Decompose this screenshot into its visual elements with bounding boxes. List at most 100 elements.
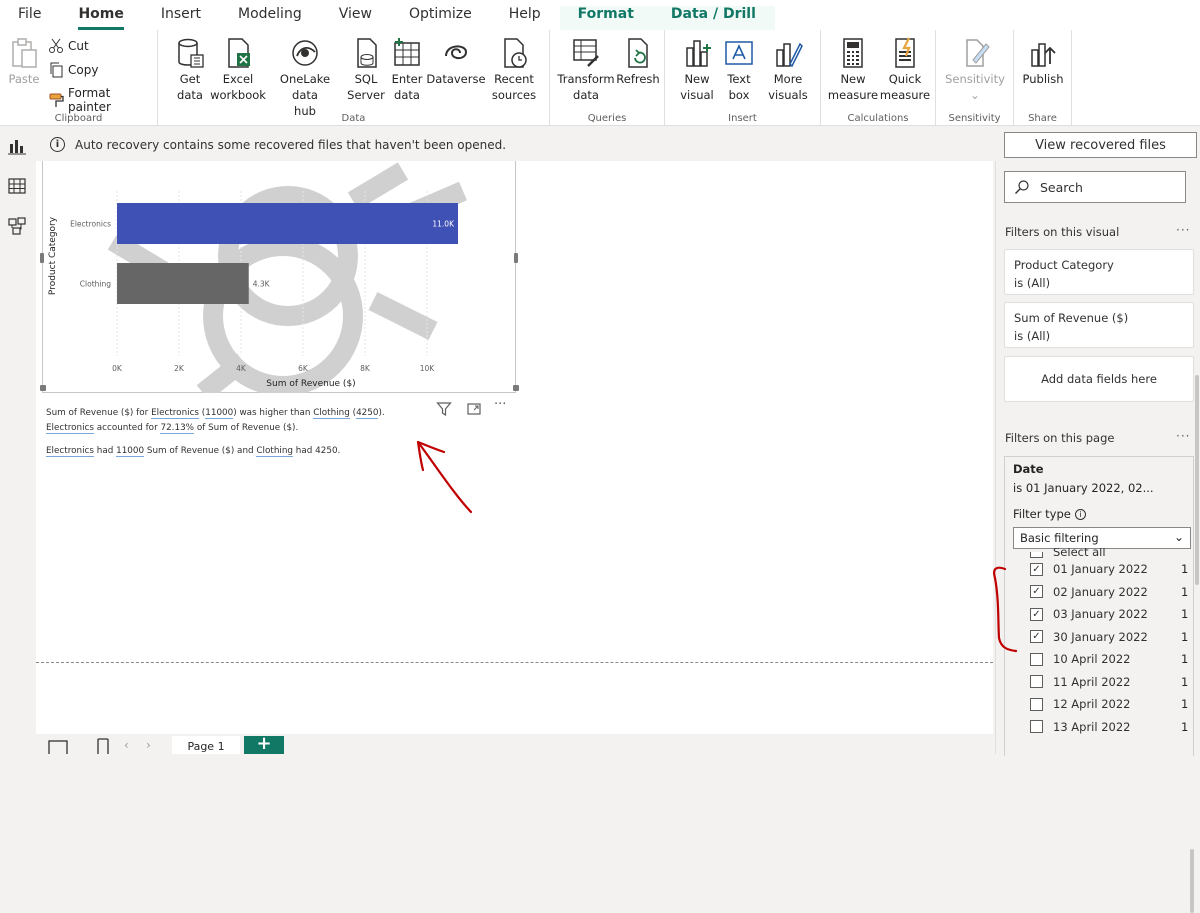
menu-view[interactable]: View <box>321 6 391 30</box>
more-visuals-button[interactable]: More visuals <box>761 36 815 103</box>
more-options-icon[interactable]: ··· <box>494 397 506 412</box>
sql-server-button[interactable]: SQL Server <box>346 36 386 103</box>
checkbox[interactable] <box>1030 697 1043 711</box>
new-visual-button[interactable]: New visual <box>677 36 717 103</box>
mobile-layout-icon[interactable] <box>96 738 110 754</box>
page-navigator: ‹ › Page 1 + <box>0 734 995 754</box>
chevron-right-icon[interactable]: › <box>146 738 151 752</box>
get-data-button[interactable]: Get data <box>168 36 212 103</box>
group-calculations: New measure Quick measure Calculations <box>821 30 936 126</box>
page-tab[interactable]: Page 1 <box>172 736 240 754</box>
menu-insert[interactable]: Insert <box>143 6 220 30</box>
refresh-button[interactable]: Refresh <box>616 36 660 87</box>
chevron-left-icon[interactable]: ‹ <box>124 738 129 752</box>
publish-button[interactable]: Publish <box>1020 36 1066 87</box>
copy-button[interactable]: Copy <box>48 62 98 78</box>
checkbox[interactable]: ✓ <box>1030 630 1043 643</box>
date-option[interactable]: ✓ 02 January 2022 <box>1030 582 1180 602</box>
menu-help[interactable]: Help <box>491 6 560 30</box>
transform-data-button[interactable]: Transform data <box>557 36 615 103</box>
table-view-icon[interactable] <box>7 176 27 196</box>
checkbox[interactable] <box>1030 652 1043 666</box>
menu-optimize[interactable]: Optimize <box>391 6 491 30</box>
text-box-button[interactable]: Text box <box>721 36 757 103</box>
resize-handle-left[interactable] <box>40 253 44 263</box>
filter-card-sum-of-revenue[interactable]: Sum of Revenue ($) is (All) <box>1004 302 1194 348</box>
date-option[interactable]: 10 April 2022 <box>1030 649 1180 669</box>
group-clipboard: Paste Cut Copy Format painter Clipboard <box>0 30 158 126</box>
transform-data-icon <box>573 39 599 67</box>
chevron-down-icon: ⌄ <box>1173 530 1184 544</box>
filter-icon[interactable] <box>436 401 452 417</box>
resize-handle-bottom-right[interactable] <box>513 385 519 391</box>
filter-type-dropdown[interactable]: Basic filtering ⌄ <box>1013 527 1191 549</box>
option-count: 1 <box>1181 697 1189 711</box>
menu-format[interactable]: Format <box>559 6 653 30</box>
add-page-button[interactable]: + <box>244 735 284 754</box>
dataverse-button[interactable]: Dataverse <box>426 36 486 87</box>
enter-data-button[interactable]: Enter data <box>388 36 426 103</box>
x-tick-label: 8K <box>360 364 371 373</box>
excel-icon <box>228 38 250 68</box>
calculator-icon <box>843 38 863 68</box>
option-count: 1 <box>1181 629 1189 644</box>
checkbox[interactable]: ✓ <box>1030 585 1043 598</box>
sensitivity-button[interactable]: Sensitivity ⌄ <box>942 36 1008 103</box>
bar-chart-visual[interactable]: Electronics 11.0K Clothing 4.3K 0K 2K 4K 6K 8K 1… <box>40 161 519 401</box>
select-all-option[interactable]: Select all <box>1030 548 1180 558</box>
excel-workbook-button[interactable]: Excel workbook <box>210 36 266 103</box>
checkbox[interactable]: ✓ <box>1030 607 1043 621</box>
focus-mode-icon[interactable] <box>466 401 482 417</box>
checkbox[interactable] <box>1030 675 1043 688</box>
menu-home[interactable]: Home <box>60 6 142 30</box>
option-count: 1 <box>1181 674 1189 689</box>
date-option[interactable]: ✓ 01 January 2022 <box>1030 559 1180 579</box>
date-option[interactable]: 13 April 2022 <box>1030 717 1180 737</box>
view-recovered-files-button[interactable]: View recovered files <box>1004 132 1197 158</box>
menu-file[interactable]: File <box>0 6 60 30</box>
model-view-icon[interactable] <box>7 216 27 236</box>
bar-clothing[interactable] <box>117 263 249 304</box>
copy-icon <box>50 62 63 78</box>
page-view-icon[interactable] <box>48 740 68 754</box>
checkbox[interactable]: ✓ <box>1030 562 1043 576</box>
new-measure-button[interactable]: New measure <box>827 36 879 103</box>
search-icon <box>1015 180 1029 194</box>
paste-button[interactable]: Paste <box>6 36 42 87</box>
bar-electronics[interactable] <box>117 203 458 244</box>
group-insert: New visual Text box More visuals Insert <box>665 30 821 126</box>
chevron-down-icon: ⌄ <box>970 88 980 102</box>
date-option[interactable]: 11 April 2022 <box>1030 672 1180 692</box>
add-data-fields-dropzone[interactable]: Add data fields here <box>1004 356 1194 402</box>
recent-sources-button[interactable]: Recent sources <box>486 36 542 103</box>
x-tick-label: 6K <box>298 364 309 373</box>
onelake-data-hub-button[interactable]: OneLake data hub <box>266 36 344 119</box>
more-options-icon[interactable]: ··· <box>1176 429 1190 443</box>
recent-sources-icon <box>504 38 527 68</box>
publish-icon <box>1031 43 1056 67</box>
narrative-line-1: Sum of Revenue ($) for Electronics (1100… <box>46 408 385 419</box>
report-view-icon[interactable] <box>7 136 27 156</box>
checkbox[interactable] <box>1030 552 1043 558</box>
new-visual-icon <box>686 40 711 67</box>
text-box-icon <box>725 41 753 65</box>
list-scrollbar[interactable] <box>1190 849 1194 913</box>
date-option[interactable]: ✓ 30 January 2022 <box>1030 627 1180 647</box>
date-option[interactable]: ✓ 03 January 2022 <box>1030 604 1180 624</box>
pane-scrollbar[interactable] <box>1195 375 1199 585</box>
menu-modeling[interactable]: Modeling <box>220 6 321 30</box>
resize-handle-right[interactable] <box>514 253 518 263</box>
cut-button[interactable]: Cut <box>48 38 89 54</box>
scissors-icon <box>49 38 63 53</box>
resize-handle-bottom-left[interactable] <box>40 385 46 391</box>
more-options-icon[interactable]: ··· <box>1176 223 1190 237</box>
format-painter-button[interactable]: Format painter <box>48 86 157 114</box>
onelake-icon <box>292 40 318 66</box>
quick-measure-button[interactable]: Quick measure <box>879 36 931 103</box>
database-icon <box>178 38 204 68</box>
filter-card-product-category[interactable]: Product Category is (All) <box>1004 249 1194 295</box>
date-option[interactable]: 12 April 2022 <box>1030 694 1180 714</box>
filter-search-input[interactable]: Search <box>1004 171 1186 203</box>
checkbox[interactable] <box>1030 720 1043 733</box>
menu-data-drill[interactable]: Data / Drill <box>652 6 775 30</box>
